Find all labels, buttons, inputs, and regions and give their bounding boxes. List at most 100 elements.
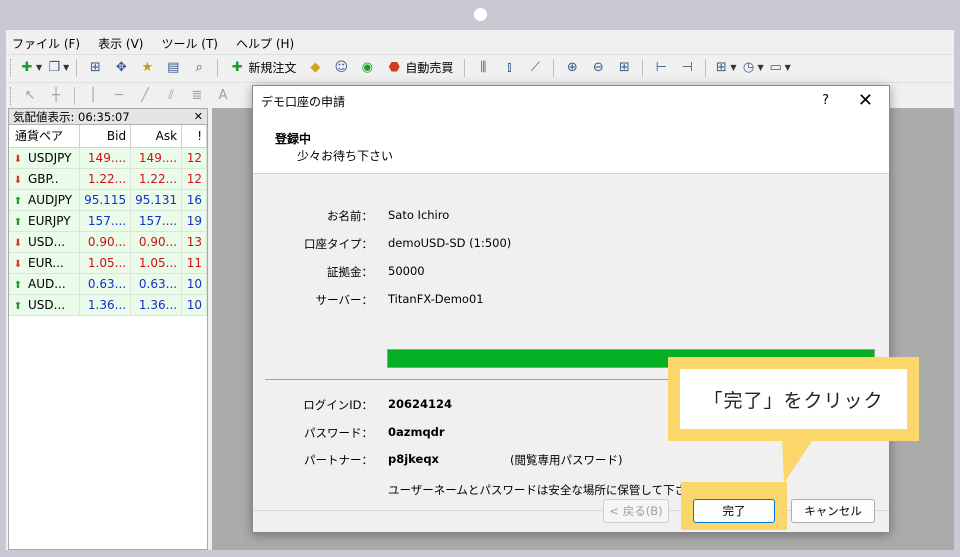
field-label: サーバー： (315, 293, 373, 307)
templates-button[interactable]: ▭ ▼ (768, 57, 791, 79)
crosshair-button[interactable]: ┼ (45, 85, 67, 107)
magnifier-chart-icon: ⌕ (195, 59, 203, 75)
arrow-up-icon: ⬆ (13, 195, 23, 207)
favorites-button[interactable]: ★ (136, 57, 158, 79)
symbol-cell: ⬆ USD... (9, 294, 81, 316)
tester-button[interactable]: ⌕ (188, 57, 210, 79)
readonly-password-note: (閲覧専用パスワード) (510, 453, 623, 467)
text-icon: A (218, 87, 228, 103)
table-header-row: 通貨ペア Bid Ask ! (9, 125, 207, 148)
symbol-label: EURJPY (28, 213, 71, 228)
line-chart-button[interactable]: ⟋ (524, 57, 546, 79)
navigator-button[interactable]: ✥ (110, 57, 132, 79)
symbol-label: USD... (28, 297, 66, 312)
tile-icon: ⊞ (618, 59, 630, 75)
spread-cell: 11 (181, 252, 207, 274)
ask-cell: 1.22... (130, 168, 183, 190)
cursor-button[interactable]: ↖ (19, 85, 41, 107)
dialog-titlebar: デモ口座の申請 ? ✕ (253, 86, 889, 116)
symbol-label: USDJPY (28, 150, 72, 165)
bar-chart-button[interactable]: ⫼ (472, 57, 494, 79)
text-button[interactable]: A (212, 85, 234, 107)
symbol-cell: ⬇ USD... (9, 231, 81, 253)
bid-cell: 0.90... (79, 231, 132, 253)
vertical-line-button[interactable]: │ (82, 85, 104, 107)
menu-file[interactable]: ファイル (F) (12, 35, 80, 52)
menu-tools[interactable]: ツール (T) (161, 35, 218, 52)
password-value: 0azmqdr (388, 425, 445, 439)
symbol-label: USD... (28, 234, 66, 249)
ask-cell: 157.... (130, 210, 183, 232)
auto-scroll-button[interactable]: ⊢ (650, 57, 672, 79)
chart-shift-button[interactable]: ⊣ (676, 57, 698, 79)
fibonacci-button[interactable]: ≣ (186, 85, 208, 107)
fibonacci-icon: ≣ (191, 87, 203, 103)
market-watch-titlebar: 気配値表示: 06:35:07 ✕ (9, 109, 207, 125)
metaeditor-button[interactable]: ◆ (304, 57, 326, 79)
auto-scroll-icon: ⊢ (655, 59, 667, 75)
table-row[interactable]: ⬆ AUDJPY 95.115 95.131 16 (9, 189, 207, 211)
help-icon[interactable]: ? (822, 93, 829, 108)
toolbar-separator (464, 58, 466, 77)
zoom-in-button[interactable]: ⊕ (561, 57, 583, 79)
column-header-ask[interactable]: Ask (130, 125, 183, 148)
tile-windows-button[interactable]: ⊞ (613, 57, 635, 79)
table-row[interactable]: ⬇ USDJPY 149.... 149.... 12 (9, 147, 207, 169)
close-icon[interactable]: ✕ (194, 110, 203, 123)
toolbar-grip[interactable] (10, 58, 13, 77)
table-row[interactable]: ⬆ AUD... 0.63... 0.63... 10 (9, 273, 207, 295)
finish-button[interactable]: 完了 (693, 499, 775, 523)
add-indicator-icon: ⊞ (715, 59, 727, 75)
table-row[interactable]: ⬇ USD... 0.90... 0.90... 13 (9, 231, 207, 253)
windows-icon: ❐ (48, 59, 60, 75)
header-subtitle: 少々お待ち下さい (297, 149, 394, 163)
signals-button[interactable]: ☺ (330, 57, 352, 79)
ask-cell: 149.... (130, 147, 183, 169)
credential-label: パートナー： (304, 453, 373, 467)
back-button[interactable]: < 戻る(B) (603, 499, 669, 523)
symbol-label: AUDJPY (28, 192, 73, 207)
table-row[interactable]: ⬆ EURJPY 157.... 157.... 19 (9, 210, 207, 232)
market-watch-button[interactable]: ⊞ (84, 57, 106, 79)
credential-label: ログインID： (303, 398, 373, 412)
cancel-button[interactable]: キャンセル (791, 499, 875, 523)
close-icon[interactable]: ✕ (858, 90, 873, 111)
candle-chart-button[interactable]: ⫾ (498, 57, 520, 79)
menu-help[interactable]: ヘルプ (H) (236, 35, 294, 52)
market-watch-panel: 気配値表示: 06:35:07 ✕ 通貨ペア Bid Ask ! ⬇ USDJPY… (8, 108, 208, 550)
menu-view[interactable]: 表示 (V) (98, 35, 143, 52)
periods-button[interactable]: ◷ ▼ (741, 57, 764, 79)
auto-trade-icon: ⬣ (388, 59, 400, 75)
toolbar-separator (705, 58, 707, 77)
table-row[interactable]: ⬇ GBP.. 1.22... 1.22... 12 (9, 168, 207, 190)
field-value: Sato Ichiro (388, 208, 450, 222)
indicators-button[interactable]: ⊞ ▼ (713, 57, 737, 79)
terminal-button[interactable]: ▤ (162, 57, 184, 79)
ask-cell: 1.36... (130, 294, 183, 316)
plus-icon: ✚ (21, 59, 33, 75)
cursor-icon: ↖ (24, 87, 36, 103)
toolbar-grip[interactable] (10, 86, 13, 105)
table-row[interactable]: ⬆ USD... 1.36... 1.36... 10 (9, 294, 207, 316)
trendline-button[interactable]: ╱ (134, 85, 156, 107)
field-value: TitanFX-Demo01 (388, 292, 484, 306)
new-order-button[interactable]: ✚ 新規注文 (225, 57, 300, 79)
market-watch-table: 通貨ペア Bid Ask ! ⬇ USDJPY 149.... 149.... 12 ⬇ G… (9, 125, 207, 316)
zoom-out-button[interactable]: ⊖ (587, 57, 609, 79)
column-header-symbol[interactable]: 通貨ペア (9, 125, 81, 148)
credential-notice: ユーザーネームとパスワードは安全な場所に保管して下さい。 (388, 483, 710, 497)
column-header-spread[interactable]: ! (181, 125, 207, 148)
radio-button[interactable]: ◉ (356, 57, 378, 79)
column-header-bid[interactable]: Bid (79, 125, 132, 148)
clock-icon: ◷ (742, 59, 755, 75)
main-toolbar: ✚ ▼ ❐ ▼ ⊞ ✥ ★ ▤ ⌕ ✚ 新規注文 ◆ ☺ ◉ ⬣ 自動売買 ⫼ ⫾ ⟋ … (6, 54, 954, 80)
symbol-label: AUD... (28, 276, 66, 291)
auto-trade-button[interactable]: ⬣ 自動売買 (382, 57, 457, 79)
horizontal-line-button[interactable]: ─ (108, 85, 130, 107)
profiles-button[interactable]: ❐ ▼ (46, 57, 69, 79)
table-row[interactable]: ⬇ EUR... 1.05... 1.05... 11 (9, 252, 207, 274)
new-chart-button[interactable]: ✚ ▼ (19, 57, 43, 79)
equidistant-channel-button[interactable]: ⫽ (160, 85, 182, 107)
ask-cell: 0.90... (130, 231, 183, 253)
toolbar-separator (74, 86, 75, 105)
